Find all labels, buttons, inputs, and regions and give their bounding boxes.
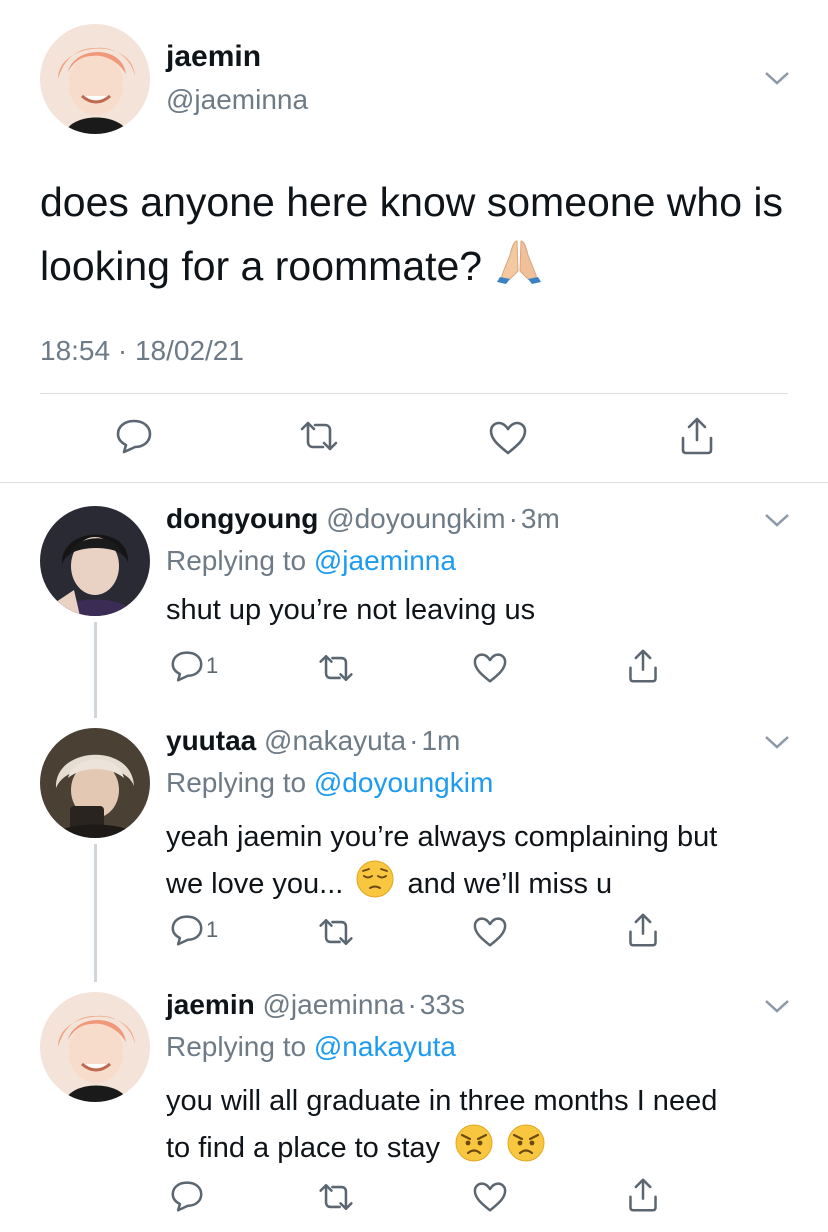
reply-icon[interactable] bbox=[170, 914, 204, 946]
reply-text-segment: we love you... bbox=[166, 868, 344, 901]
separator: · bbox=[508, 503, 518, 534]
reply-text: yeah jaemin you’re always complaining bu… bbox=[166, 816, 806, 912]
time[interactable]: 33s bbox=[420, 989, 465, 1020]
reply-button[interactable]: 1 bbox=[170, 650, 218, 682]
time[interactable]: 1m bbox=[421, 725, 460, 756]
replying-to: Replying to @nakayuta bbox=[166, 1031, 456, 1063]
reply-header: yuutaa @nakayuta · 1m bbox=[166, 725, 460, 757]
praying-hands-icon bbox=[494, 235, 544, 303]
angry-face-icon bbox=[506, 1123, 546, 1176]
reply-text-line: you will all graduate in three months I … bbox=[166, 1085, 718, 1117]
display-name[interactable]: jaemin bbox=[166, 40, 261, 74]
mention-link[interactable]: @nakayuta bbox=[314, 1031, 456, 1062]
handle[interactable]: @jaeminna bbox=[166, 84, 308, 116]
replying-label: Replying to bbox=[166, 545, 307, 576]
share-icon[interactable] bbox=[626, 648, 660, 684]
reply-button[interactable]: 1 bbox=[170, 914, 218, 946]
tweet-text: does anyone here know someone who is loo… bbox=[40, 170, 800, 303]
time[interactable]: 3m bbox=[521, 503, 560, 534]
replying-label: Replying to bbox=[166, 1031, 307, 1062]
reply-icon[interactable] bbox=[170, 650, 204, 682]
chevron-down-icon[interactable] bbox=[764, 998, 790, 1014]
replying-to: Replying to @jaeminna bbox=[166, 545, 456, 577]
retweet-icon[interactable] bbox=[317, 917, 355, 947]
chevron-down-icon[interactable] bbox=[764, 512, 790, 528]
reply-icon[interactable] bbox=[170, 1180, 204, 1212]
mention-link[interactable]: @doyoungkim bbox=[314, 767, 493, 798]
tweet-body: does anyone here know someone who is loo… bbox=[40, 179, 784, 289]
avatar[interactable] bbox=[40, 506, 150, 616]
retweet-icon[interactable] bbox=[317, 1182, 355, 1212]
separator: · bbox=[409, 725, 419, 756]
handle[interactable]: @doyoungkim bbox=[326, 503, 505, 534]
handle[interactable]: @nakayuta bbox=[264, 725, 406, 756]
divider bbox=[0, 482, 828, 483]
like-icon[interactable] bbox=[472, 652, 508, 684]
share-icon[interactable] bbox=[678, 416, 716, 456]
like-icon[interactable] bbox=[472, 1181, 508, 1213]
replying-to: Replying to @doyoungkim bbox=[166, 767, 493, 799]
display-name[interactable]: jaemin bbox=[166, 989, 255, 1020]
avatar[interactable] bbox=[40, 24, 150, 134]
reply-header: jaemin @jaeminna · 33s bbox=[166, 989, 465, 1021]
thread-line bbox=[94, 622, 97, 718]
reply-text-line: yeah jaemin you’re always complaining bu… bbox=[166, 821, 718, 853]
display-name[interactable]: dongyoung bbox=[166, 503, 318, 534]
avatar[interactable] bbox=[40, 992, 150, 1102]
mention-link[interactable]: @jaeminna bbox=[314, 545, 456, 576]
share-icon[interactable] bbox=[626, 912, 660, 948]
reply-text: shut up you’re not leaving us bbox=[166, 594, 536, 626]
reply-text: you will all graduate in three months I … bbox=[166, 1080, 806, 1176]
separator: · bbox=[407, 989, 417, 1020]
retweet-icon[interactable] bbox=[298, 420, 340, 452]
retweet-icon[interactable] bbox=[317, 653, 355, 683]
reply-text-segment: to find a place to stay bbox=[166, 1132, 441, 1165]
avatar[interactable] bbox=[40, 728, 150, 838]
divider bbox=[40, 393, 788, 394]
reply-header: dongyoung @doyoungkim · 3m bbox=[166, 503, 560, 535]
share-icon[interactable] bbox=[626, 1177, 660, 1213]
reply-icon[interactable] bbox=[115, 418, 153, 454]
like-icon[interactable] bbox=[488, 420, 528, 456]
reply-count: 1 bbox=[206, 653, 219, 678]
reply-count: 1 bbox=[206, 917, 219, 942]
chevron-down-icon[interactable] bbox=[764, 70, 790, 86]
angry-face-icon bbox=[454, 1123, 494, 1176]
reply-text-line: we love you... and we’ll miss u bbox=[166, 859, 806, 912]
chevron-down-icon[interactable] bbox=[764, 734, 790, 750]
pensive-face-icon bbox=[355, 859, 395, 912]
reply-text-segment: and we’ll miss u bbox=[407, 868, 613, 901]
thread-line bbox=[94, 844, 97, 982]
reply-text-line: to find a place to stay bbox=[166, 1123, 806, 1176]
display-name[interactable]: yuutaa bbox=[166, 725, 256, 756]
timestamp[interactable]: 18:54 · 18/02/21 bbox=[40, 335, 244, 367]
like-icon[interactable] bbox=[472, 916, 508, 948]
replying-label: Replying to bbox=[166, 767, 307, 798]
handle[interactable]: @jaeminna bbox=[262, 989, 404, 1020]
